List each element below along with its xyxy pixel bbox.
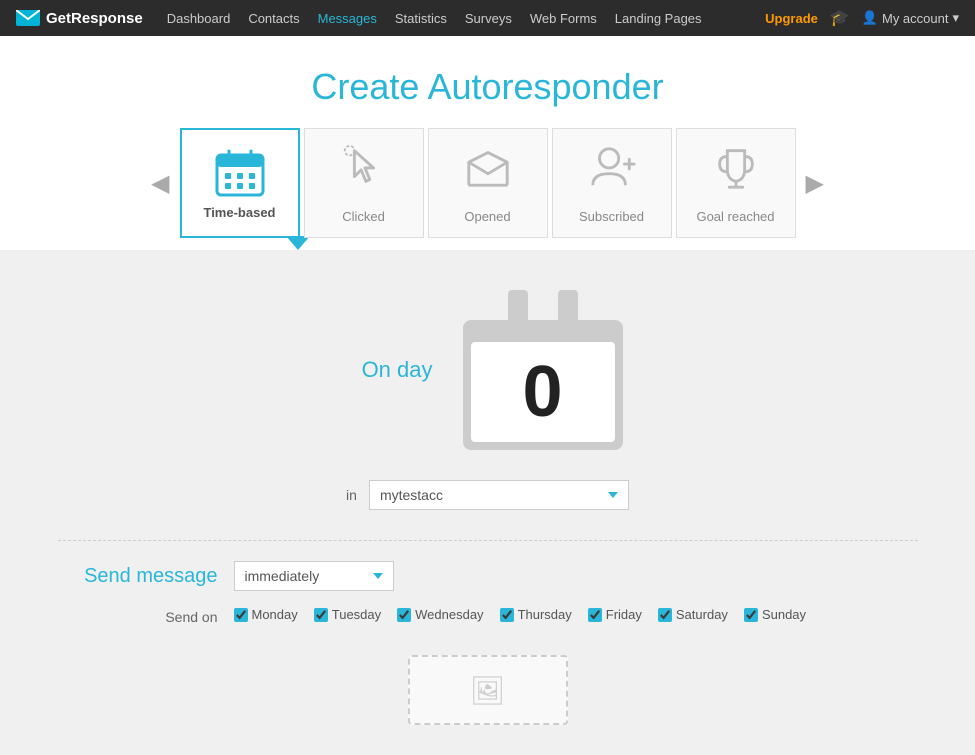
checkbox-wednesday[interactable] bbox=[397, 608, 411, 622]
nav-left: GetResponse Dashboard Contacts Messages … bbox=[16, 10, 702, 27]
day-wednesday-label: Wednesday bbox=[415, 607, 483, 622]
send-on-row: Send on Monday Tuesday Wednesday bbox=[58, 607, 918, 625]
cursor-icon bbox=[340, 143, 388, 201]
triggers-next-arrow[interactable]: ▶ bbox=[798, 169, 832, 198]
trigger-clicked-label: Clicked bbox=[342, 209, 385, 224]
send-message-area: Send message immediately at specific tim… bbox=[58, 561, 918, 645]
nav-dashboard[interactable]: Dashboard bbox=[167, 11, 231, 26]
nav-links: Dashboard Contacts Messages Statistics S… bbox=[167, 11, 702, 26]
top-navigation: GetResponse Dashboard Contacts Messages … bbox=[0, 0, 975, 36]
nav-right: Upgrade 🎓 👤 My account ▾ bbox=[765, 8, 959, 28]
trophy-icon bbox=[712, 143, 760, 201]
checkbox-sunday[interactable] bbox=[744, 608, 758, 622]
logo-text: GetResponse bbox=[46, 10, 143, 27]
day-thursday[interactable]: Thursday bbox=[500, 607, 572, 622]
day-friday-label: Friday bbox=[606, 607, 642, 622]
trigger-subscribed[interactable]: Subscribed bbox=[552, 128, 672, 238]
triggers-prev-arrow[interactable]: ◀ bbox=[143, 169, 177, 198]
trigger-time-based[interactable]: Time-based bbox=[180, 128, 300, 238]
trigger-goal-reached[interactable]: Goal reached bbox=[676, 128, 796, 238]
day-thursday-label: Thursday bbox=[518, 607, 572, 622]
logo: GetResponse bbox=[16, 10, 143, 27]
trigger-goal-reached-label: Goal reached bbox=[696, 209, 774, 224]
trigger-opened-label: Opened bbox=[464, 209, 510, 224]
day-saturday-label: Saturday bbox=[676, 607, 728, 622]
account-label: My account bbox=[882, 11, 948, 26]
checkbox-friday[interactable] bbox=[588, 608, 602, 622]
nav-webforms[interactable]: Web Forms bbox=[530, 11, 597, 26]
triggers-row: ◀ Time-based bbox=[0, 128, 975, 238]
chevron-down-icon: ▾ bbox=[952, 10, 959, 26]
nav-landingpages[interactable]: Landing Pages bbox=[615, 11, 702, 26]
active-indicator bbox=[0, 236, 975, 250]
account-button[interactable]: 👤 My account ▾ bbox=[862, 10, 959, 26]
page-content: Create Autoresponder ◀ Time bbox=[0, 36, 975, 755]
calendar-icon bbox=[215, 147, 265, 197]
form-area: On day 0 in mytestacc bbox=[0, 250, 975, 755]
trigger-time-based-label: Time-based bbox=[203, 205, 275, 220]
days-grid: Monday Tuesday Wednesday Thursday bbox=[234, 607, 807, 622]
day-saturday[interactable]: Saturday bbox=[658, 607, 728, 622]
envelope-open-icon bbox=[464, 143, 512, 201]
day-wednesday[interactable]: Wednesday bbox=[397, 607, 483, 622]
day-sunday[interactable]: Sunday bbox=[744, 607, 806, 622]
image-placeholder-icon: 🖼 bbox=[470, 674, 506, 707]
upgrade-button[interactable]: Upgrade bbox=[765, 11, 818, 26]
calendar-day-display: 0 bbox=[463, 290, 623, 450]
page-title-area: Create Autoresponder bbox=[0, 36, 975, 128]
section-divider bbox=[58, 540, 918, 541]
page-title: Create Autoresponder bbox=[0, 66, 975, 108]
calendar-day-body: 0 bbox=[463, 320, 623, 450]
person-add-icon bbox=[588, 143, 636, 201]
trigger-subscribed-label: Subscribed bbox=[579, 209, 644, 224]
day-friday[interactable]: Friday bbox=[588, 607, 642, 622]
in-label: in bbox=[346, 487, 357, 503]
checkbox-monday[interactable] bbox=[234, 608, 248, 622]
nav-surveys[interactable]: Surveys bbox=[465, 11, 512, 26]
trigger-clicked[interactable]: Clicked bbox=[304, 128, 424, 238]
on-day-label: On day bbox=[353, 357, 433, 383]
calendar-day-number: 0 bbox=[522, 356, 562, 428]
send-message-row: Send message immediately at specific tim… bbox=[58, 561, 918, 591]
graduation-cap-icon: 🎓 bbox=[830, 8, 850, 28]
user-icon: 👤 bbox=[862, 10, 878, 26]
day-tuesday-label: Tuesday bbox=[332, 607, 381, 622]
trigger-opened[interactable]: Opened bbox=[428, 128, 548, 238]
day-monday[interactable]: Monday bbox=[234, 607, 298, 622]
send-on-label: Send on bbox=[58, 607, 218, 625]
day-tuesday[interactable]: Tuesday bbox=[314, 607, 381, 622]
nav-messages[interactable]: Messages bbox=[318, 11, 377, 26]
nav-contacts[interactable]: Contacts bbox=[248, 11, 299, 26]
account-select[interactable]: mytestacc bbox=[369, 480, 629, 510]
message-placeholder-card[interactable]: 🖼 bbox=[408, 655, 568, 725]
calendar-day-number-container: 0 bbox=[471, 342, 615, 442]
nav-statistics[interactable]: Statistics bbox=[395, 11, 447, 26]
checkbox-thursday[interactable] bbox=[500, 608, 514, 622]
send-message-select[interactable]: immediately at specific time bbox=[234, 561, 394, 591]
checkbox-tuesday[interactable] bbox=[314, 608, 328, 622]
checkbox-saturday[interactable] bbox=[658, 608, 672, 622]
logo-icon bbox=[16, 10, 40, 26]
message-card-area: 🖼 bbox=[408, 655, 568, 725]
day-monday-label: Monday bbox=[252, 607, 298, 622]
send-message-label: Send message bbox=[58, 565, 218, 588]
day-sunday-label: Sunday bbox=[762, 607, 806, 622]
in-row: in mytestacc bbox=[346, 480, 629, 510]
on-day-row: On day 0 bbox=[353, 290, 623, 450]
